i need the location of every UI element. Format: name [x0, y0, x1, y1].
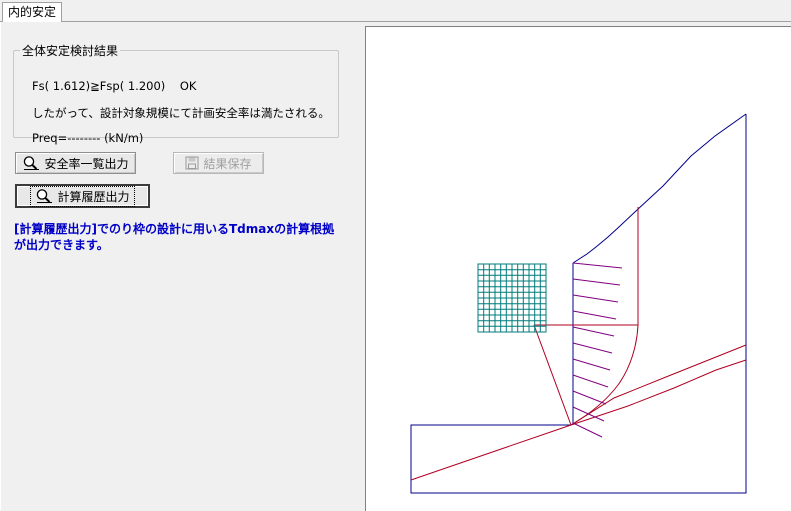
slope-surface-line [572, 113, 747, 264]
safety-list-output-label: 安全率一覧出力 [44, 156, 129, 171]
calc-history-note: [計算履歴出力]でのり枠の設計に用いるTdmaxの計算根拠 が出力できます。 [14, 221, 344, 253]
magnifier-icon [22, 155, 40, 171]
frame-grid [477, 263, 547, 333]
result-statement: したがって、設計対象規模にて計画安全率は満たされる。 [32, 106, 330, 120]
group-title: 全体安定検討結果 [22, 44, 119, 58]
floppy-disk-icon [185, 156, 199, 170]
safety-factor-result: Fs( 1.612)≧Fsp( 1.200) OK [32, 79, 197, 93]
safety-list-output-button[interactable]: 安全率一覧出力 [15, 152, 136, 174]
slope-diagram [410, 113, 747, 494]
layer-boundary-lower [570, 359, 747, 426]
overall-stability-result-group: 全体安定検討結果 Fs( 1.612)≧Fsp( 1.200) OK したがって… [13, 42, 339, 145]
tab-internal-stability[interactable]: 内的安定 [2, 2, 63, 24]
main-panel: 全体安定検討結果 Fs( 1.612)≧Fsp( 1.200) OK したがって… [0, 22, 791, 511]
save-result-label: 結果保存 [203, 156, 252, 171]
slope-profile-outline [410, 114, 747, 494]
tab-strip: 内的安定 [0, 0, 791, 24]
calc-history-output-button[interactable]: 計算履歴出力 [15, 184, 150, 208]
slip-circle-arc [570, 324, 639, 426]
required-force: Preq=-------- (kN/m) [32, 131, 144, 145]
save-result-button[interactable]: 結果保存 [173, 152, 264, 174]
calc-history-output-label: 計算履歴出力 [57, 189, 130, 204]
magnifier-icon [35, 188, 53, 204]
slope-diagram-canvas [365, 26, 791, 511]
layer-boundary-upper [410, 344, 747, 481]
note-line-2: が出力できます。 [14, 238, 109, 252]
slip-wedge-line [533, 324, 572, 426]
note-line-1: [計算履歴出力]でのり枠の設計に用いるTdmaxの計算根拠 [14, 222, 335, 236]
